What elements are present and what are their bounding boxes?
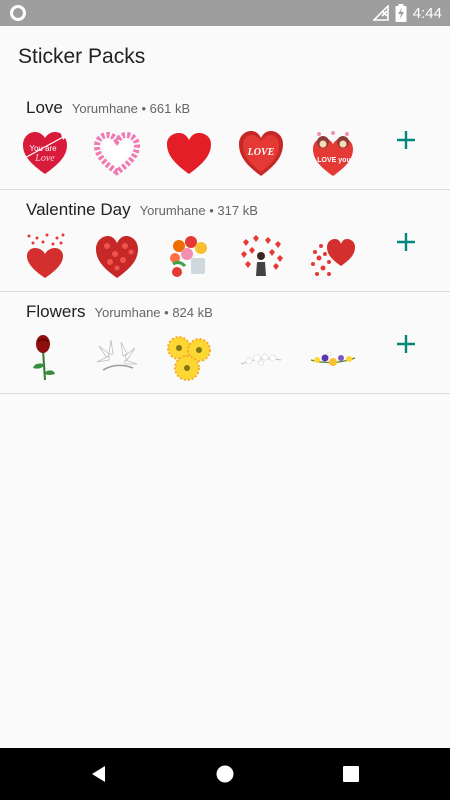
rose-bouquet-sticker bbox=[170, 236, 207, 277]
sticker-text-love-script: Love bbox=[34, 153, 55, 164]
sticker-text-love: LOVE bbox=[247, 147, 275, 158]
white-flower-branch-sticker bbox=[240, 353, 282, 366]
status-bar: 4:44 bbox=[0, 0, 450, 26]
home-icon[interactable] bbox=[214, 763, 236, 785]
wildflower-garland-sticker bbox=[310, 351, 356, 366]
you-are-love-heart-sticker: You are Love bbox=[21, 132, 67, 174]
pack-meta: Yorumhane • 317 kB bbox=[139, 203, 258, 218]
sticker-text-love-you: LOVE you bbox=[317, 157, 350, 164]
navigation-bar bbox=[0, 748, 450, 800]
flower-heart-frame-sticker bbox=[93, 131, 141, 176]
white-lily-sticker bbox=[96, 339, 138, 371]
pack-header: Love Yorumhane • 661 kB bbox=[26, 98, 190, 118]
yellow-gerbera-sticker bbox=[167, 336, 211, 381]
add-pack-button[interactable] bbox=[394, 332, 418, 356]
red-rose-sticker bbox=[33, 335, 55, 381]
pack-size: 824 kB bbox=[172, 305, 213, 320]
battery-charging-icon bbox=[395, 4, 407, 22]
pack-name: Flowers bbox=[26, 302, 86, 321]
status-right: 4:44 bbox=[372, 0, 442, 26]
sticker-row bbox=[0, 334, 380, 384]
red-heart-sticker bbox=[167, 133, 211, 174]
status-time: 4:44 bbox=[412, 4, 442, 22]
pack-size: 317 kB bbox=[217, 203, 258, 218]
love-you-birds-heart-sticker: LOVE you bbox=[313, 131, 353, 176]
pack-publisher: Yorumhane bbox=[94, 305, 161, 320]
recents-icon[interactable] bbox=[340, 763, 362, 785]
app-bar: Sticker Packs bbox=[0, 26, 450, 88]
circle-icon bbox=[10, 5, 26, 21]
glitter-heart-sticker bbox=[96, 236, 138, 278]
hearts-with-person-sticker bbox=[241, 235, 283, 276]
sticker-pack-valentine-day[interactable]: Valentine Day Yorumhane • 317 kB bbox=[0, 190, 450, 292]
pack-meta: Yorumhane • 824 kB bbox=[94, 305, 213, 320]
add-pack-button[interactable] bbox=[394, 230, 418, 254]
pack-header: Flowers Yorumhane • 824 kB bbox=[26, 302, 213, 322]
sticker-pack-flowers[interactable]: Flowers Yorumhane • 824 kB bbox=[0, 292, 450, 394]
scattered-hearts-sticker bbox=[311, 239, 355, 276]
love-heart-sticker: LOVE bbox=[239, 131, 283, 176]
pack-meta: Yorumhane • 661 kB bbox=[71, 101, 191, 116]
sticker-row: You are Love LOVE LOVE you bbox=[0, 130, 380, 180]
pack-size: 661 kB bbox=[149, 101, 191, 116]
add-pack-button[interactable] bbox=[394, 128, 418, 152]
pack-name: Love bbox=[26, 98, 63, 117]
pack-name: Valentine Day bbox=[26, 200, 131, 219]
no-signal-icon bbox=[372, 5, 389, 21]
pack-publisher: Yorumhane bbox=[139, 203, 206, 218]
pack-header: Valentine Day Yorumhane • 317 kB bbox=[26, 200, 258, 220]
page-title: Sticker Packs bbox=[18, 45, 146, 68]
sticker-pack-love[interactable]: Love Yorumhane • 661 kB You are Love LOV… bbox=[0, 88, 450, 190]
hearts-shower-sticker bbox=[27, 233, 65, 278]
pack-publisher: Yorumhane bbox=[71, 101, 138, 116]
sticker-row bbox=[0, 232, 380, 282]
back-icon[interactable] bbox=[88, 763, 110, 785]
